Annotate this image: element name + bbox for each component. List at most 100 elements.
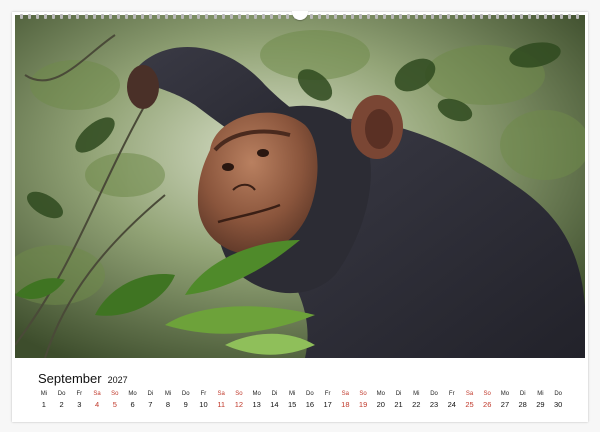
day-number: 15: [287, 400, 297, 409]
binding-ring: [157, 13, 161, 19]
binding-ring: [342, 13, 346, 19]
right-eye: [257, 149, 269, 157]
binding-ring: [560, 13, 564, 19]
binding-ring: [108, 13, 112, 19]
day-cell: Sa 18: [336, 390, 354, 414]
weekday-label: Mo: [252, 391, 261, 397]
day-number: 27: [500, 400, 510, 409]
day-number: 17: [323, 400, 332, 409]
day-cell: Do 9: [177, 390, 195, 414]
day-number: 13: [252, 400, 261, 409]
day-cell: Mi 8: [159, 390, 177, 414]
weekday-label: Di: [147, 391, 154, 397]
binding-ring: [36, 13, 40, 19]
day-number: 23: [429, 400, 439, 409]
day-number: 8: [165, 400, 171, 409]
day-number: 18: [341, 400, 350, 409]
chimpanzee-photo: [15, 15, 585, 358]
weekday-label: So: [359, 391, 367, 397]
weekday-label: Fr: [200, 391, 207, 397]
day-cell: Mi 15: [283, 390, 301, 414]
month-name: September: [38, 371, 102, 386]
binding-ring: [544, 13, 548, 19]
binding-ring: [398, 13, 402, 19]
day-cell: Mo 20: [372, 390, 390, 414]
weekday-label: Do: [306, 391, 314, 397]
weekday-label: Sa: [341, 391, 350, 397]
photo-illustration: [15, 15, 585, 358]
binding-ring: [229, 13, 233, 19]
binding-ring: [568, 13, 572, 19]
binding-ring: [116, 13, 120, 19]
day-cell: Do 23: [425, 390, 443, 414]
day-number: 22: [412, 400, 421, 409]
day-row: Mi 1 Do 2 Fr 3 Sa 4 So 5 Mo 6 Di 7 Mi 8 Do 9 Fr 10 Sa 11 So 12 M…: [35, 390, 567, 414]
binding-ring: [100, 13, 104, 19]
binding-ring: [431, 13, 435, 19]
day-cell: Di 28: [514, 390, 532, 414]
weekday-label: So: [483, 391, 491, 397]
binding-ring: [253, 13, 257, 19]
day-cell: Di 21: [390, 390, 408, 414]
day-cell: So 26: [478, 390, 496, 414]
binding-ring: [181, 13, 185, 19]
binding-ring: [503, 13, 507, 19]
day-cell: Fr 24: [443, 390, 461, 414]
binding-ring: [286, 13, 290, 19]
day-cell: So 12: [230, 390, 248, 414]
binding-ring: [165, 13, 169, 19]
binding-ring: [173, 13, 177, 19]
binding-ring: [28, 13, 32, 19]
binding-ring: [189, 13, 193, 19]
chimp-hand: [127, 65, 159, 109]
weekday-label: Mi: [40, 391, 48, 397]
day-cell: Mo 13: [248, 390, 266, 414]
binding-ring: [278, 13, 281, 19]
binding-ring: [366, 13, 370, 19]
binding-ring: [390, 13, 394, 19]
binding-ring: [415, 13, 419, 19]
day-number: 7: [148, 400, 153, 409]
binding-ring: [334, 13, 338, 19]
binding-ring: [487, 13, 491, 19]
binding-ring: [68, 13, 72, 19]
weekday-label: So: [111, 391, 119, 397]
weekday-label: Mi: [288, 391, 296, 397]
weekday-label: So: [235, 391, 243, 397]
day-number: 28: [518, 400, 527, 409]
day-number: 20: [376, 400, 385, 409]
binding-ring: [310, 13, 314, 19]
day-number: 1: [41, 400, 46, 409]
binding-ring: [527, 13, 531, 19]
day-number: 16: [305, 400, 315, 409]
day-cell: Mi 22: [407, 390, 425, 414]
binding-ring: [221, 13, 225, 19]
binding-ring: [205, 13, 209, 19]
day-number: 2: [59, 400, 64, 409]
binding-ring: [463, 13, 467, 19]
weekday-label: Di: [271, 391, 278, 397]
binding-ring: [519, 13, 523, 19]
day-number: 21: [394, 400, 403, 409]
day-number: 11: [217, 400, 226, 409]
binding-ring: [407, 13, 410, 19]
binding-ring: [213, 13, 217, 19]
day-cell: Mi 1: [35, 390, 53, 414]
day-cell: Do 30: [549, 390, 567, 414]
weekday-label: Sa: [93, 391, 101, 397]
binding-ring: [245, 13, 249, 19]
left-eye: [222, 163, 234, 171]
binding-ring: [261, 13, 265, 19]
day-number: 12: [234, 400, 244, 409]
day-number: 3: [77, 400, 82, 409]
day-cell: Sa 4: [88, 390, 106, 414]
day-cell: Do 2: [53, 390, 71, 414]
binding-ring: [536, 13, 539, 19]
weekday-label: Do: [554, 391, 562, 397]
day-cell: Sa 11: [212, 390, 230, 414]
day-number: 5: [112, 400, 117, 409]
day-number: 29: [536, 400, 545, 409]
weekday-label: Di: [519, 391, 526, 397]
day-cell: Fr 3: [70, 390, 88, 414]
weekday-label: Do: [430, 391, 438, 397]
